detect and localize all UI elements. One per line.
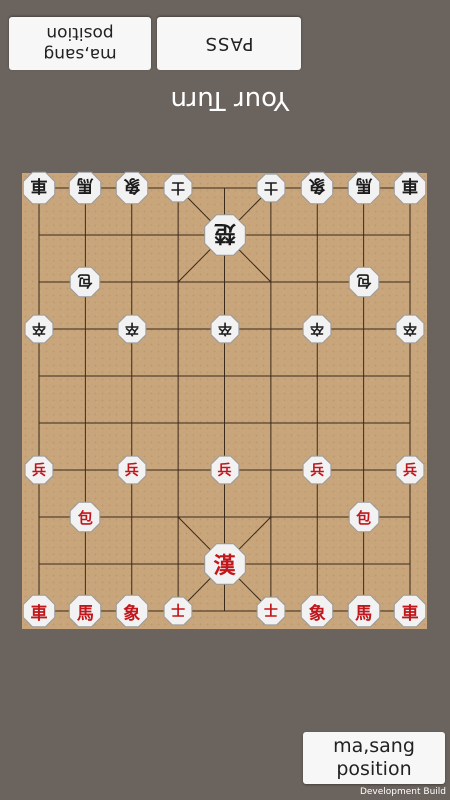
- black-jol-piece[interactable]: 卒: [394, 313, 426, 345]
- red-sa-piece[interactable]: 士: [162, 595, 194, 627]
- red-po-piece[interactable]: 包: [68, 500, 102, 534]
- black-po-piece[interactable]: 包: [347, 265, 381, 299]
- red-sa-piece[interactable]: 士: [255, 595, 287, 627]
- piece-glyph: 漢: [213, 553, 236, 579]
- red-byeong-piece[interactable]: 兵: [301, 454, 333, 486]
- red-cha-piece[interactable]: 車: [392, 593, 428, 629]
- piece-glyph: 包: [356, 508, 372, 527]
- piece-glyph: 卒: [403, 320, 417, 336]
- red-sang-piece[interactable]: 象: [114, 593, 150, 629]
- piece-glyph: 馬: [355, 603, 373, 624]
- red-cha-piece[interactable]: 車: [21, 593, 57, 629]
- piece-glyph: 車: [30, 603, 48, 624]
- black-general-piece[interactable]: 楚: [202, 212, 248, 258]
- black-jol-piece[interactable]: 卒: [116, 313, 148, 345]
- red-byeong-piece[interactable]: 兵: [209, 454, 241, 486]
- black-ma-piece[interactable]: 馬: [67, 170, 103, 206]
- piece-glyph: 兵: [403, 463, 417, 479]
- piece-glyph: 卒: [124, 320, 139, 336]
- player-position-button[interactable]: ma,sang position: [303, 732, 445, 784]
- black-sa-piece[interactable]: 士: [255, 172, 287, 204]
- red-general-piece[interactable]: 漢: [202, 541, 248, 587]
- piece-glyph: 楚: [213, 220, 236, 246]
- piece-glyph: 馬: [76, 603, 94, 624]
- black-sang-piece[interactable]: 象: [299, 170, 335, 206]
- piece-glyph: 兵: [32, 463, 46, 479]
- development-build-label: Development Build: [359, 787, 446, 797]
- turn-indicator: Your Turn: [170, 85, 290, 115]
- black-ma-piece[interactable]: 馬: [346, 170, 382, 206]
- piece-glyph: 兵: [310, 463, 325, 479]
- piece-glyph: 士: [171, 604, 186, 620]
- black-jol-piece[interactable]: 卒: [301, 313, 333, 345]
- black-sang-piece[interactable]: 象: [114, 170, 150, 206]
- red-po-piece[interactable]: 包: [347, 500, 381, 534]
- piece-glyph: 包: [77, 272, 93, 291]
- player-position-label: ma,sang position: [333, 735, 415, 780]
- piece-glyph: 卒: [32, 320, 46, 336]
- piece-glyph: 士: [263, 179, 278, 195]
- opponent-position-label: ma,sang position: [43, 23, 117, 65]
- black-cha-piece[interactable]: 車: [392, 170, 428, 206]
- pass-label: PASS: [204, 33, 254, 54]
- piece-glyph: 兵: [124, 463, 139, 479]
- pass-button[interactable]: PASS: [157, 17, 301, 70]
- red-byeong-piece[interactable]: 兵: [116, 454, 148, 486]
- piece-glyph: 車: [30, 175, 48, 196]
- piece-glyph: 車: [401, 603, 419, 624]
- black-jol-piece[interactable]: 卒: [209, 313, 241, 345]
- piece-glyph: 馬: [76, 175, 94, 196]
- black-cha-piece[interactable]: 車: [21, 170, 57, 206]
- black-jol-piece[interactable]: 卒: [23, 313, 55, 345]
- opponent-position-button[interactable]: ma,sang position: [9, 17, 151, 70]
- red-sang-piece[interactable]: 象: [299, 593, 335, 629]
- piece-glyph: 卒: [310, 320, 325, 336]
- red-byeong-piece[interactable]: 兵: [23, 454, 55, 486]
- piece-glyph: 象: [123, 603, 141, 624]
- red-byeong-piece[interactable]: 兵: [394, 454, 426, 486]
- red-ma-piece[interactable]: 馬: [346, 593, 382, 629]
- piece-glyph: 包: [356, 272, 372, 291]
- black-sa-piece[interactable]: 士: [162, 172, 194, 204]
- piece-glyph: 卒: [217, 320, 232, 336]
- piece-glyph: 象: [308, 603, 326, 624]
- piece-glyph: 車: [401, 175, 419, 196]
- piece-glyph: 兵: [217, 463, 232, 479]
- piece-glyph: 象: [308, 175, 326, 196]
- red-ma-piece[interactable]: 馬: [67, 593, 103, 629]
- piece-glyph: 包: [77, 508, 93, 527]
- piece-glyph: 馬: [355, 175, 373, 196]
- piece-glyph: 士: [171, 179, 186, 195]
- piece-glyph: 象: [123, 175, 141, 196]
- piece-glyph: 士: [263, 604, 278, 620]
- black-po-piece[interactable]: 包: [68, 265, 102, 299]
- janggi-board[interactable]: 車馬象士士象馬車楚包包卒卒卒卒卒兵兵兵兵兵包包漢車馬象士士象馬車: [21, 170, 428, 629]
